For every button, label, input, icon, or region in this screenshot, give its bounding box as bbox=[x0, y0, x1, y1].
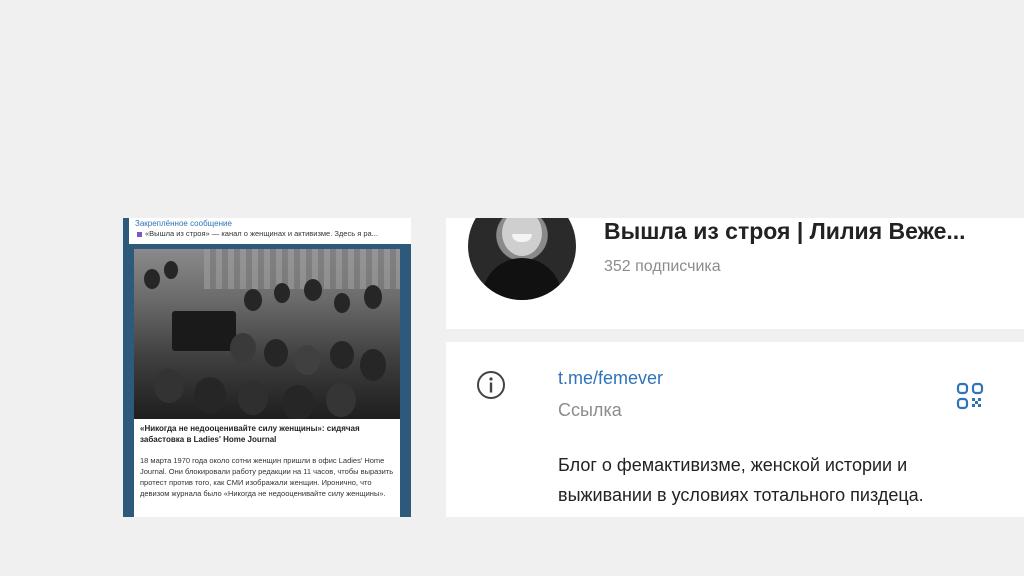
photo-wall-decoration bbox=[204, 249, 400, 289]
pinned-message-title: Закреплённое сообщение bbox=[135, 219, 232, 228]
channel-description: Блог о фемактивизме, женской истории и в… bbox=[558, 455, 924, 505]
section-divider bbox=[446, 329, 1024, 342]
photo-table-shape bbox=[172, 311, 236, 351]
post-title: «Никогда не недооценивайте силу женщины»… bbox=[140, 424, 360, 444]
pinned-message-bar[interactable]: Закреплённое сообщение «Вышла из строя» … bbox=[129, 218, 411, 244]
channel-title: Вышла из строя | Лилия Веже... bbox=[604, 218, 966, 244]
subscriber-count: 352 подписчика bbox=[604, 258, 721, 275]
qr-code-icon[interactable] bbox=[956, 382, 984, 410]
post-photo[interactable] bbox=[134, 249, 400, 419]
pinned-message-preview: «Вышла из строя» — канал о женщинах и ак… bbox=[145, 229, 378, 238]
channel-profile-card: Вышла из строя | Лилия Веже... 352 подпи… bbox=[446, 218, 1024, 329]
channel-link[interactable]: t.me/femever bbox=[558, 368, 663, 389]
channel-info-card: t.me/femever Ссылка Блог о фемактивизме,… bbox=[446, 342, 1024, 517]
info-icon bbox=[476, 370, 506, 400]
pinned-marker-icon bbox=[137, 232, 142, 237]
channel-post: «Никогда не недооценивайте силу женщины»… bbox=[134, 249, 400, 517]
channel-avatar[interactable] bbox=[468, 218, 576, 300]
channel-link-label: Ссылка bbox=[558, 400, 622, 420]
avatar-body-shape bbox=[482, 258, 562, 300]
post-text: 18 марта 1970 года около сотни женщин пр… bbox=[140, 456, 394, 498]
channel-chat-preview: Закреплённое сообщение «Вышла из строя» … bbox=[123, 218, 411, 517]
